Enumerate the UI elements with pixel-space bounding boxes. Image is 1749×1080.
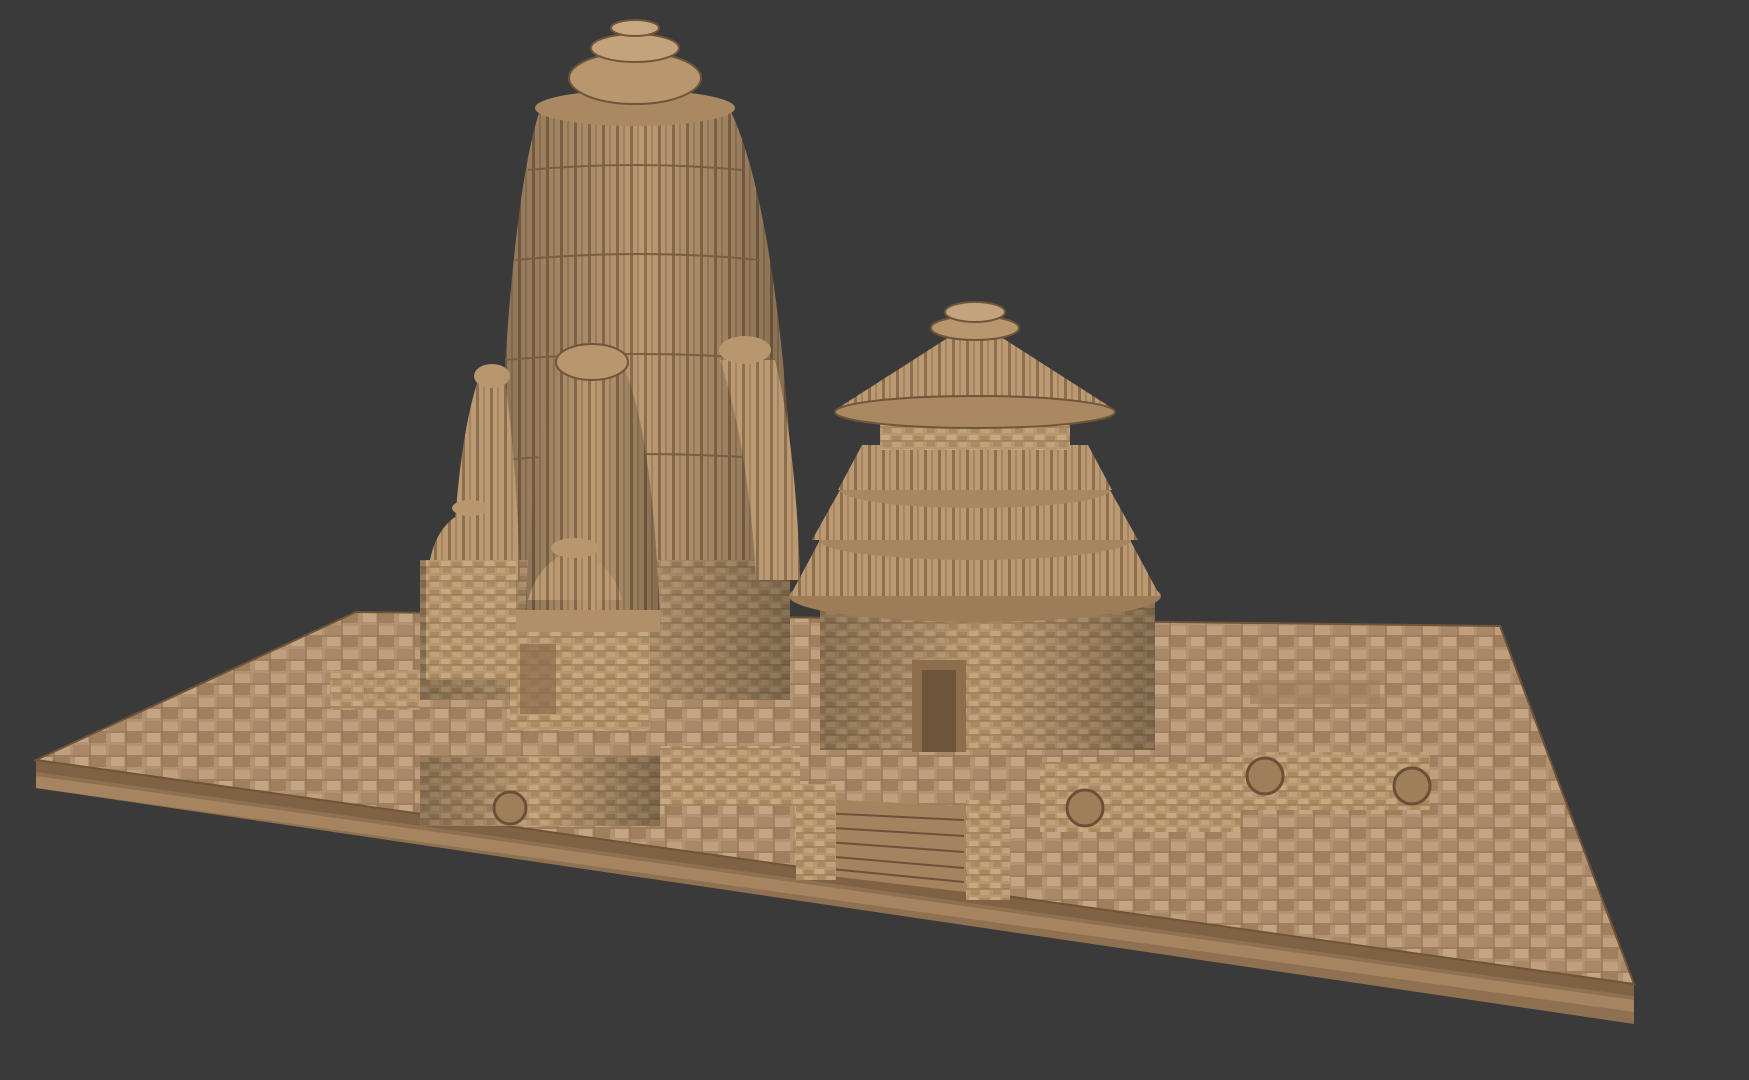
temple-render [32,19,1636,1024]
tiered-hall [789,301,1161,752]
rear-wall [1250,680,1380,704]
render-viewport [0,0,1749,1080]
